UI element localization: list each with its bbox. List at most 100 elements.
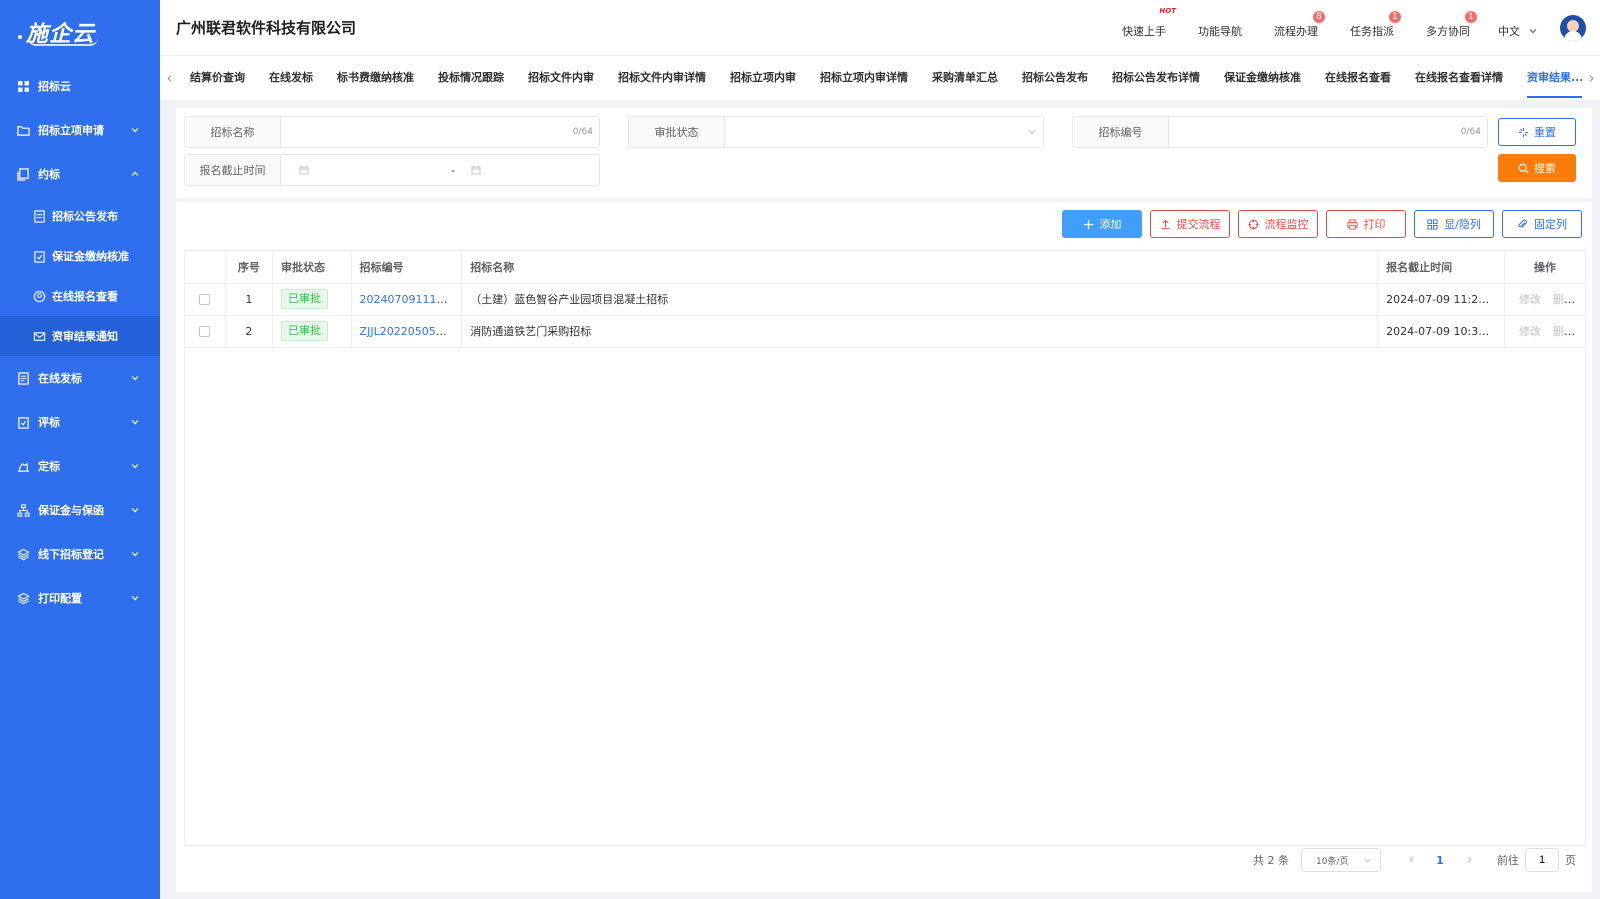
tab-scroll-left[interactable] (160, 56, 178, 100)
sidebar-item-evaluation[interactable]: 评标 (0, 400, 160, 444)
row-code-cell: 2024070911170... (351, 283, 463, 316)
col-actions-header: 操作 (1504, 251, 1585, 284)
row-status-cell: 已审批 (272, 315, 352, 348)
user-circle-icon (32, 289, 46, 303)
reset-button[interactable]: 重置 (1498, 118, 1576, 146)
bid-code-input[interactable] (1175, 118, 1461, 146)
avatar-face (1567, 19, 1579, 32)
sidebar-item-award[interactable]: 定标 (0, 444, 160, 488)
hot-badge: HOT (1159, 6, 1176, 15)
prev-page-button[interactable] (1397, 854, 1425, 867)
col-deadline-header: 报名截止时间 (1377, 251, 1505, 284)
logo[interactable]: 施企云 (0, 0, 160, 64)
bid-code-link[interactable]: 2024070911170... (360, 293, 461, 306)
chevron-down-icon (131, 376, 139, 381)
submit-process-button[interactable]: 提交流程 (1150, 210, 1230, 238)
tab-doc-fee-approval[interactable]: 标书费缴纳核准 (325, 56, 426, 100)
clipboard-check-icon (32, 249, 46, 263)
date-range-picker[interactable]: - (281, 155, 599, 185)
sidebar-item-offline-registration[interactable]: 线下招标登记 (0, 532, 160, 576)
table-row: 1 已审批 2024070911170... （土建）蓝色智谷产业园项目混凝土招… (185, 283, 1585, 316)
filter-label: 报名截止时间 (185, 155, 281, 185)
edit-link[interactable]: 修改 (1519, 293, 1541, 306)
tab-purchase-summary[interactable]: 采购清单汇总 (920, 56, 1010, 100)
add-button[interactable]: 添加 (1062, 210, 1142, 238)
col-status-header: 审批状态 (272, 251, 352, 284)
delete-link[interactable]: 删除 (1553, 293, 1575, 306)
tab-registration-detail[interactable]: 在线报名查看详情 (1403, 56, 1515, 100)
sidebar-menu: 招标云 招标立项申请 约标 招标公告发布 保证金缴纳核准 在线报名查看 资审结果… (0, 64, 160, 620)
range-separator: - (451, 163, 455, 177)
status-select[interactable] (725, 117, 1043, 147)
sidebar-subitem-registration-view[interactable]: 在线报名查看 (0, 276, 160, 316)
print-button[interactable]: 打印 (1326, 210, 1406, 238)
company-name: 广州联君软件科技有限公司 (176, 19, 357, 37)
edit-link[interactable]: 修改 (1519, 325, 1541, 338)
grid-icon (1427, 218, 1438, 230)
sidebar-item-label: 线下招标登记 (38, 548, 104, 561)
chevron-down-icon (131, 464, 139, 469)
sidebar-item-zhaobiaoyun[interactable]: 招标云 (0, 64, 160, 108)
avatar[interactable] (1560, 14, 1586, 41)
tab-doc-review-detail[interactable]: 招标文件内审详情 (606, 56, 718, 100)
tab-doc-review[interactable]: 招标文件内审 (516, 56, 606, 100)
sidebar-item-label: 在线发标 (38, 372, 82, 385)
hand-icon (16, 459, 30, 473)
sidebar-subitem-deposit-approval[interactable]: 保证金缴纳核准 (0, 236, 160, 276)
tab-scroll-right[interactable] (1582, 56, 1600, 100)
tab-settlement-query[interactable]: 结算价查询 (178, 56, 257, 100)
search-button[interactable]: 搜索 (1498, 154, 1576, 182)
tab-registration-view[interactable]: 在线报名查看 (1313, 56, 1403, 100)
pagination: 共 2 条 10条/页 1 前往 页 (1253, 848, 1576, 872)
bid-name-input[interactable] (287, 118, 573, 146)
tab-announcement-detail[interactable]: 招标公告发布详情 (1100, 56, 1212, 100)
tab-bid-tracking[interactable]: 投标情况跟踪 (426, 56, 516, 100)
tab-deposit-approval[interactable]: 保证金缴纳核准 (1212, 56, 1313, 100)
sidebar-item-online-bidding[interactable]: 在线发标 (0, 356, 160, 400)
sidebar-item-deposit-guarantee[interactable]: 保证金与保函 (0, 488, 160, 532)
toggle-columns-button[interactable]: 显/隐列 (1414, 210, 1494, 238)
sidebar-item-yuebiao[interactable]: 约标 (0, 152, 160, 196)
chevron-right-icon (1467, 855, 1472, 863)
nav-label: 任务指派 (1350, 24, 1394, 38)
avatar-body (1564, 30, 1582, 41)
sidebar-subitem-qualification-result[interactable]: 资审结果通知 (0, 316, 160, 356)
toggle-columns-label: 显/隐列 (1444, 218, 1481, 231)
sidebar-item-project-application[interactable]: 招标立项申请 (0, 108, 160, 152)
delete-link[interactable]: 删除 (1553, 325, 1575, 338)
nav-process-handling[interactable]: 流程办理 8 (1274, 9, 1326, 39)
tab-project-review-detail[interactable]: 招标立项内审详情 (808, 56, 920, 100)
page-number[interactable]: 1 (1425, 854, 1455, 867)
chevron-down-icon (1028, 130, 1036, 135)
language-label: 中文 (1498, 24, 1520, 38)
mail-icon (32, 329, 46, 343)
bid-code-link[interactable]: ZJJL20220505001 (360, 325, 457, 338)
row-name: 消防通道铁艺门采购招标 (461, 315, 1379, 348)
nav-collaboration[interactable]: 多方协同 1 (1426, 9, 1478, 39)
nav-feature-guide[interactable]: 功能导航 (1198, 17, 1242, 39)
nav-quick-start[interactable]: 快速上手 HOT (1122, 7, 1176, 39)
language-select[interactable]: 中文 (1498, 17, 1538, 39)
folder-icon (16, 123, 30, 137)
tab-qualification-result[interactable]: 资审结果... (1515, 56, 1582, 100)
row-checkbox[interactable] (199, 294, 211, 305)
chevron-down-icon (131, 128, 139, 133)
status-badge: 已审批 (281, 289, 329, 309)
nav-task-assignment[interactable]: 任务指派 1 (1350, 9, 1402, 39)
tab-announcement[interactable]: 招标公告发布 (1010, 56, 1100, 100)
next-page-button[interactable] (1455, 854, 1483, 867)
sidebar-item-label: 打印配置 (38, 592, 82, 605)
count-badge: 8 (1312, 9, 1326, 24)
tab-online-bidding[interactable]: 在线发标 (257, 56, 325, 100)
fix-columns-button[interactable]: 固定列 (1502, 210, 1582, 238)
sidebar-item-print-config[interactable]: 打印配置 (0, 576, 160, 620)
process-monitor-button[interactable]: 流程监控 (1238, 210, 1318, 238)
tab-project-review[interactable]: 招标立项内审 (718, 56, 808, 100)
row-checkbox[interactable] (199, 326, 211, 337)
sidebar-subitem-announcement[interactable]: 招标公告发布 (0, 196, 160, 236)
documents-icon (16, 167, 30, 181)
page-size-select[interactable]: 10条/页 (1301, 848, 1381, 872)
goto-page-input[interactable] (1525, 848, 1559, 872)
status-badge: 已审批 (281, 321, 329, 341)
nav-label: 快速上手 (1122, 24, 1166, 38)
